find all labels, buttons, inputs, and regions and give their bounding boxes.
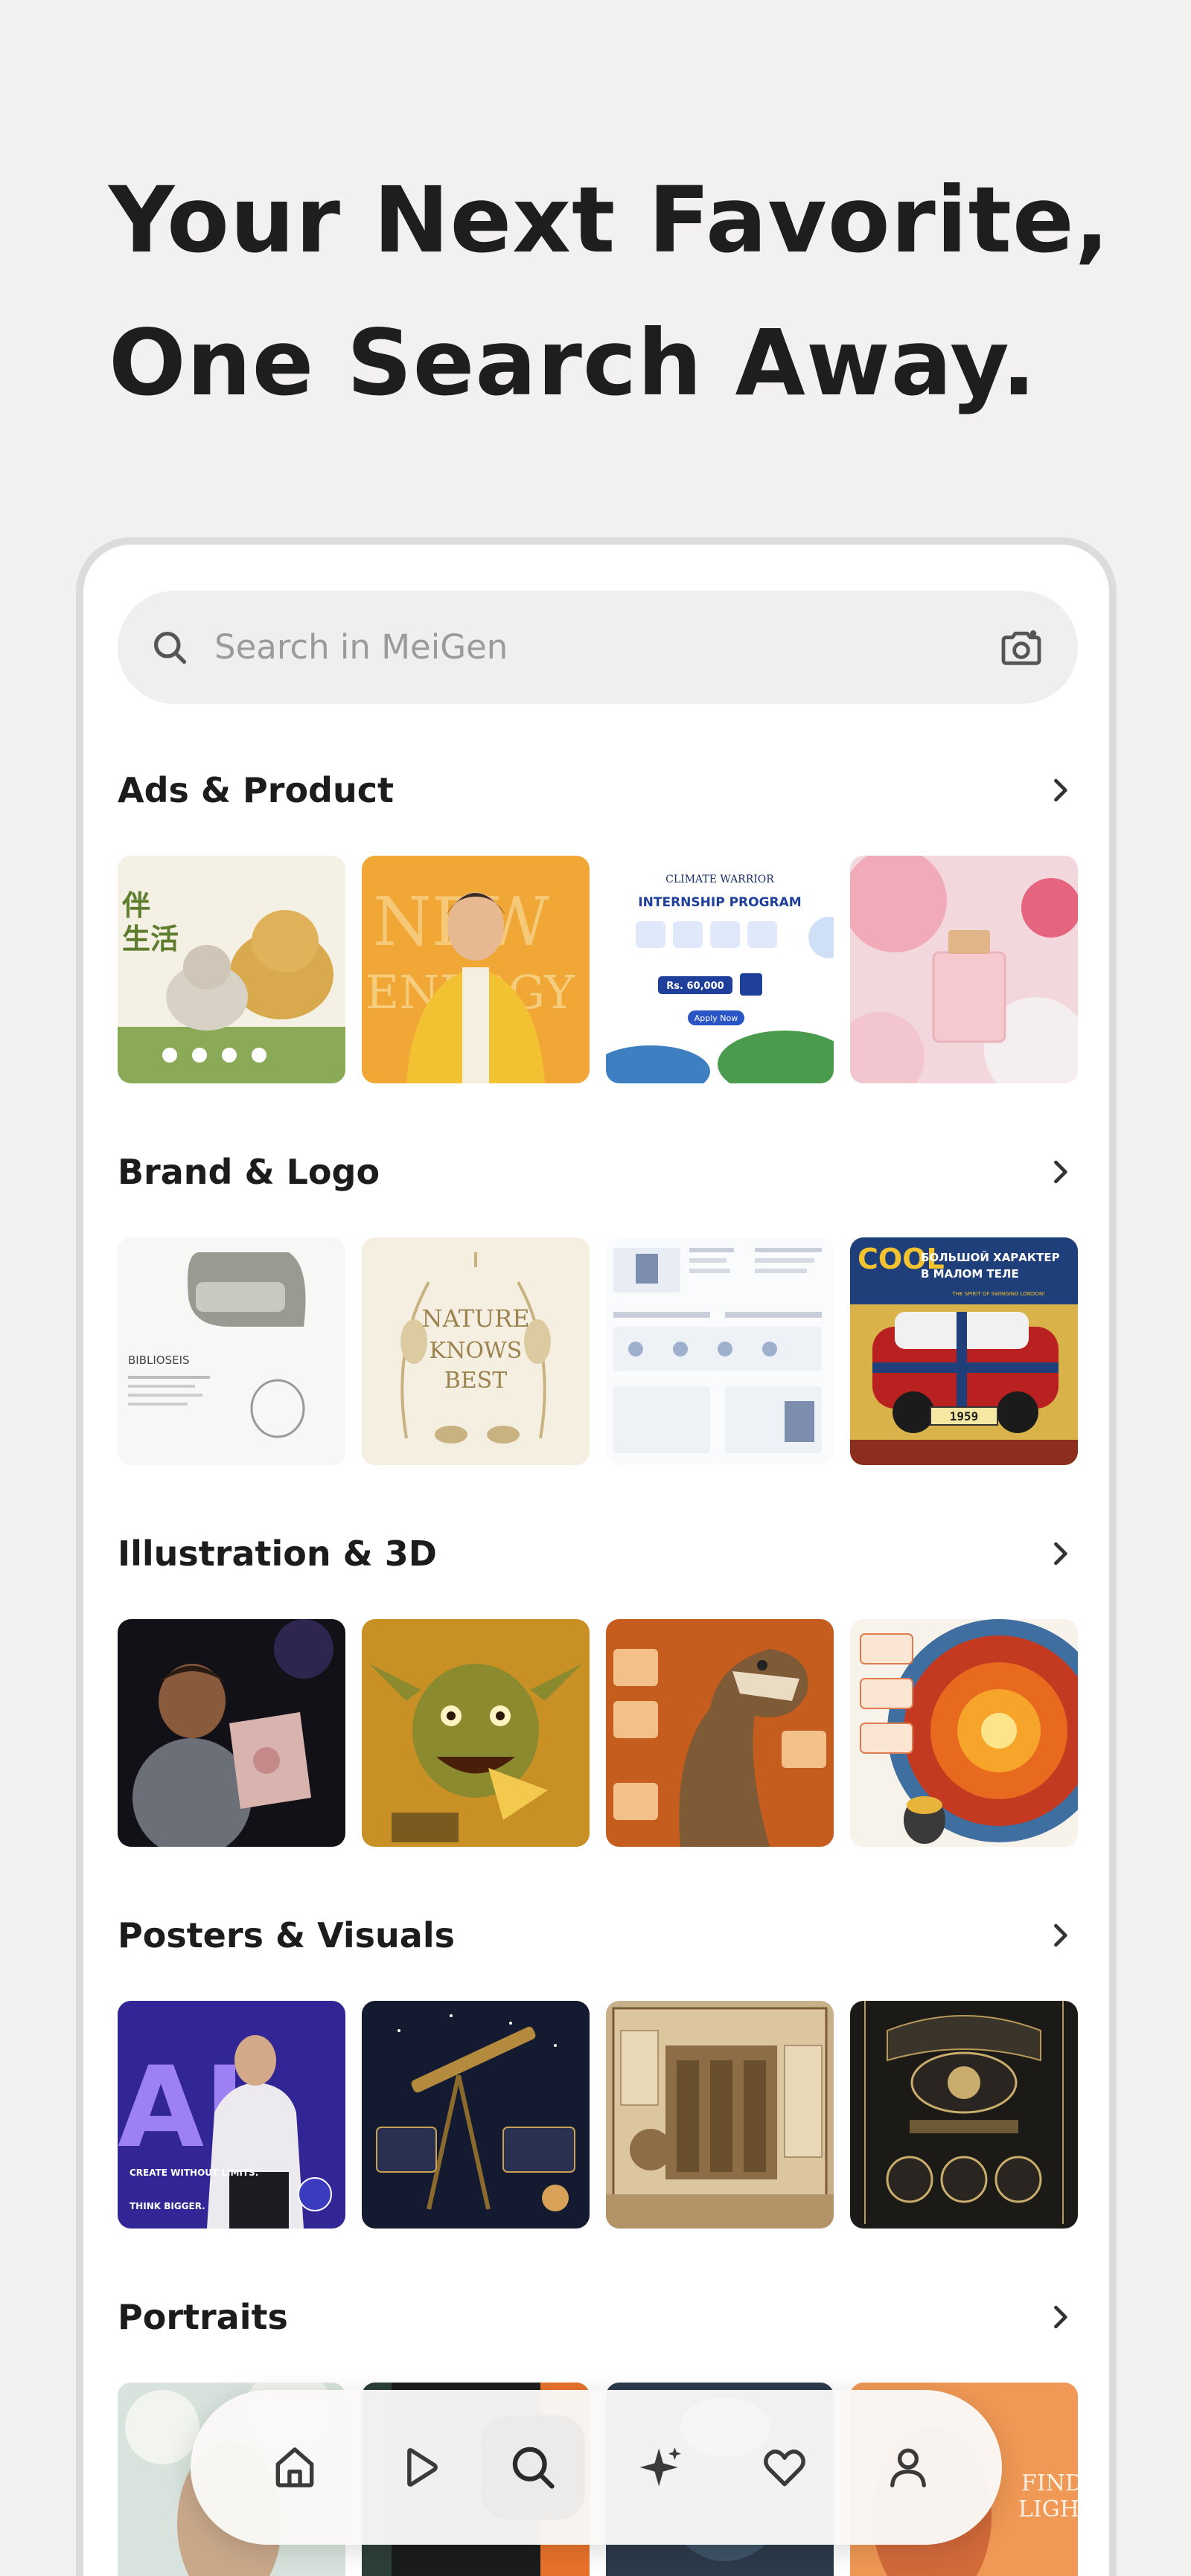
poster-apply-now: Apply Now — [695, 1013, 738, 1023]
thumbnail-goblin-cheese[interactable] — [362, 1619, 590, 1847]
search-bar[interactable]: Search in MeiGen — [118, 591, 1078, 704]
poster-tagline-2: THINK BIGGER. — [130, 2201, 205, 2211]
search-icon — [512, 2447, 555, 2489]
thumbnail-telephone-poster[interactable] — [850, 2001, 1078, 2229]
search-icon — [153, 631, 187, 664]
section-title-portraits[interactable]: Portraits — [118, 2295, 288, 2339]
section-title-ads-product[interactable]: Ads & Product — [118, 768, 394, 813]
chevron-right-icon[interactable] — [1044, 1156, 1076, 1188]
poster-internship-program: INTERNSHIP PROGRAM — [638, 895, 801, 910]
thumbnail-perfume-product[interactable] — [850, 856, 1078, 1083]
logo-word-best: BEST — [444, 1368, 508, 1394]
thumbnail-trex-infographic[interactable] — [606, 1619, 834, 1847]
chevron-right-icon[interactable] — [1044, 1919, 1076, 1952]
thumbnail-earth-core-infographic[interactable] — [850, 1619, 1078, 1847]
ad-chinese-text-1: 伴 — [121, 889, 150, 922]
chevron-right-icon[interactable] — [1044, 774, 1076, 807]
chevron-right-icon[interactable] — [1044, 1537, 1076, 1570]
nav-create[interactable] — [609, 2415, 713, 2519]
nav-home[interactable] — [243, 2415, 347, 2519]
poster-amount: Rs. 60,000 — [666, 981, 724, 992]
thumbnail-row-posters-visuals: AI CREATE WITHOUT LIMITS. THINK BIGGER. — [118, 2001, 1078, 2229]
nav-profile[interactable] — [856, 2415, 960, 2519]
thumbnail-mini-cooper-poster[interactable]: COOL БОЛЬШОЙ ХАРАКТЕР В МАЛОМ ТЕЛЕ THE S… — [850, 1237, 1078, 1465]
play-icon — [407, 2448, 438, 2487]
portrait-word-light: LIGHT — [1018, 2496, 1078, 2522]
camera-icon[interactable] — [997, 624, 1045, 671]
thumbnail-row-ads-product: 伴 生活 NEW ENERGY CLIMATE WARRIOR INTERNSH… — [118, 856, 1078, 1083]
hero-line-1: Your Next Favorite, — [109, 167, 1111, 273]
thumbnail-nature-knows-best[interactable]: NATURE KNOWS BEST — [362, 1237, 590, 1465]
home-icon — [275, 2447, 314, 2487]
poster-plate-text: 1959 — [950, 1409, 979, 1423]
poster-headline-1: БОЛЬШОЙ ХАРАКТЕР — [921, 1250, 1060, 1264]
thumbnail-machine-blueprint[interactable] — [606, 2001, 834, 2229]
app-preview-card: Search in MeiGen Ads & Product 伴 生活 NEW — [76, 537, 1117, 2576]
hero-line-2: One Search Away. — [109, 310, 1037, 416]
ad-chinese-text-2: 生活 — [122, 923, 179, 955]
portrait-word-find: FIND — [1021, 2470, 1078, 2496]
nav-favorites[interactable] — [732, 2415, 837, 2519]
thumbnail-row-brand-logo: BIBLIOSEIS NATURE KNOWS BEST COOL БОЛЬШО… — [118, 1237, 1078, 1465]
logo-word-nature: NATURE — [421, 1304, 529, 1333]
sparkle-icon — [639, 2447, 681, 2487]
heart-icon — [764, 2450, 805, 2487]
poster-climate-warrior: CLIMATE WARRIOR — [665, 874, 774, 885]
section-title-illustration-3d[interactable]: Illustration & 3D — [118, 1531, 437, 1576]
poster-slogan: THE SPIRIT OF SWINGING LONDON! — [952, 1291, 1046, 1297]
thumbnail-astronaut-map[interactable] — [118, 1619, 345, 1847]
hero-headline: Your Next Favorite, One Search Away. — [109, 149, 1111, 435]
search-placeholder[interactable]: Search in MeiGen — [214, 591, 508, 704]
brand-name-text: BIBLIOSEIS — [128, 1353, 190, 1367]
poster-tagline-1: CREATE WITHOUT LIMITS. — [130, 2168, 258, 2178]
chevron-right-icon[interactable] — [1044, 2301, 1076, 2333]
thumbnail-row-illustration-3d — [118, 1619, 1078, 1847]
logo-word-knows: KNOWS — [430, 1338, 523, 1364]
thumbnail-chair-brand-sheet[interactable]: BIBLIOSEIS — [118, 1237, 345, 1465]
thumbnail-new-energy-fashion[interactable]: NEW ENERGY — [362, 856, 590, 1083]
thumbnail-ui-layout-sheet[interactable] — [606, 1237, 834, 1465]
thumbnail-telescope-poster[interactable] — [362, 2001, 590, 2229]
section-title-brand-logo[interactable]: Brand & Logo — [118, 1150, 380, 1194]
thumbnail-ai-poster[interactable]: AI CREATE WITHOUT LIMITS. THINK BIGGER. — [118, 2001, 345, 2229]
nav-search[interactable] — [481, 2415, 585, 2519]
poster-headline-2: В МАЛОМ ТЕЛЕ — [921, 1267, 1019, 1281]
profile-icon — [890, 2448, 926, 2487]
nav-play[interactable] — [368, 2415, 472, 2519]
bottom-navigation — [191, 2390, 1002, 2545]
thumbnail-internship-poster[interactable]: CLIMATE WARRIOR INTERNSHIP PROGRAM Rs. 6… — [606, 856, 834, 1083]
thumbnail-pets-ad[interactable]: 伴 生活 — [118, 856, 345, 1083]
section-title-posters-visuals[interactable]: Posters & Visuals — [118, 1913, 455, 1958]
